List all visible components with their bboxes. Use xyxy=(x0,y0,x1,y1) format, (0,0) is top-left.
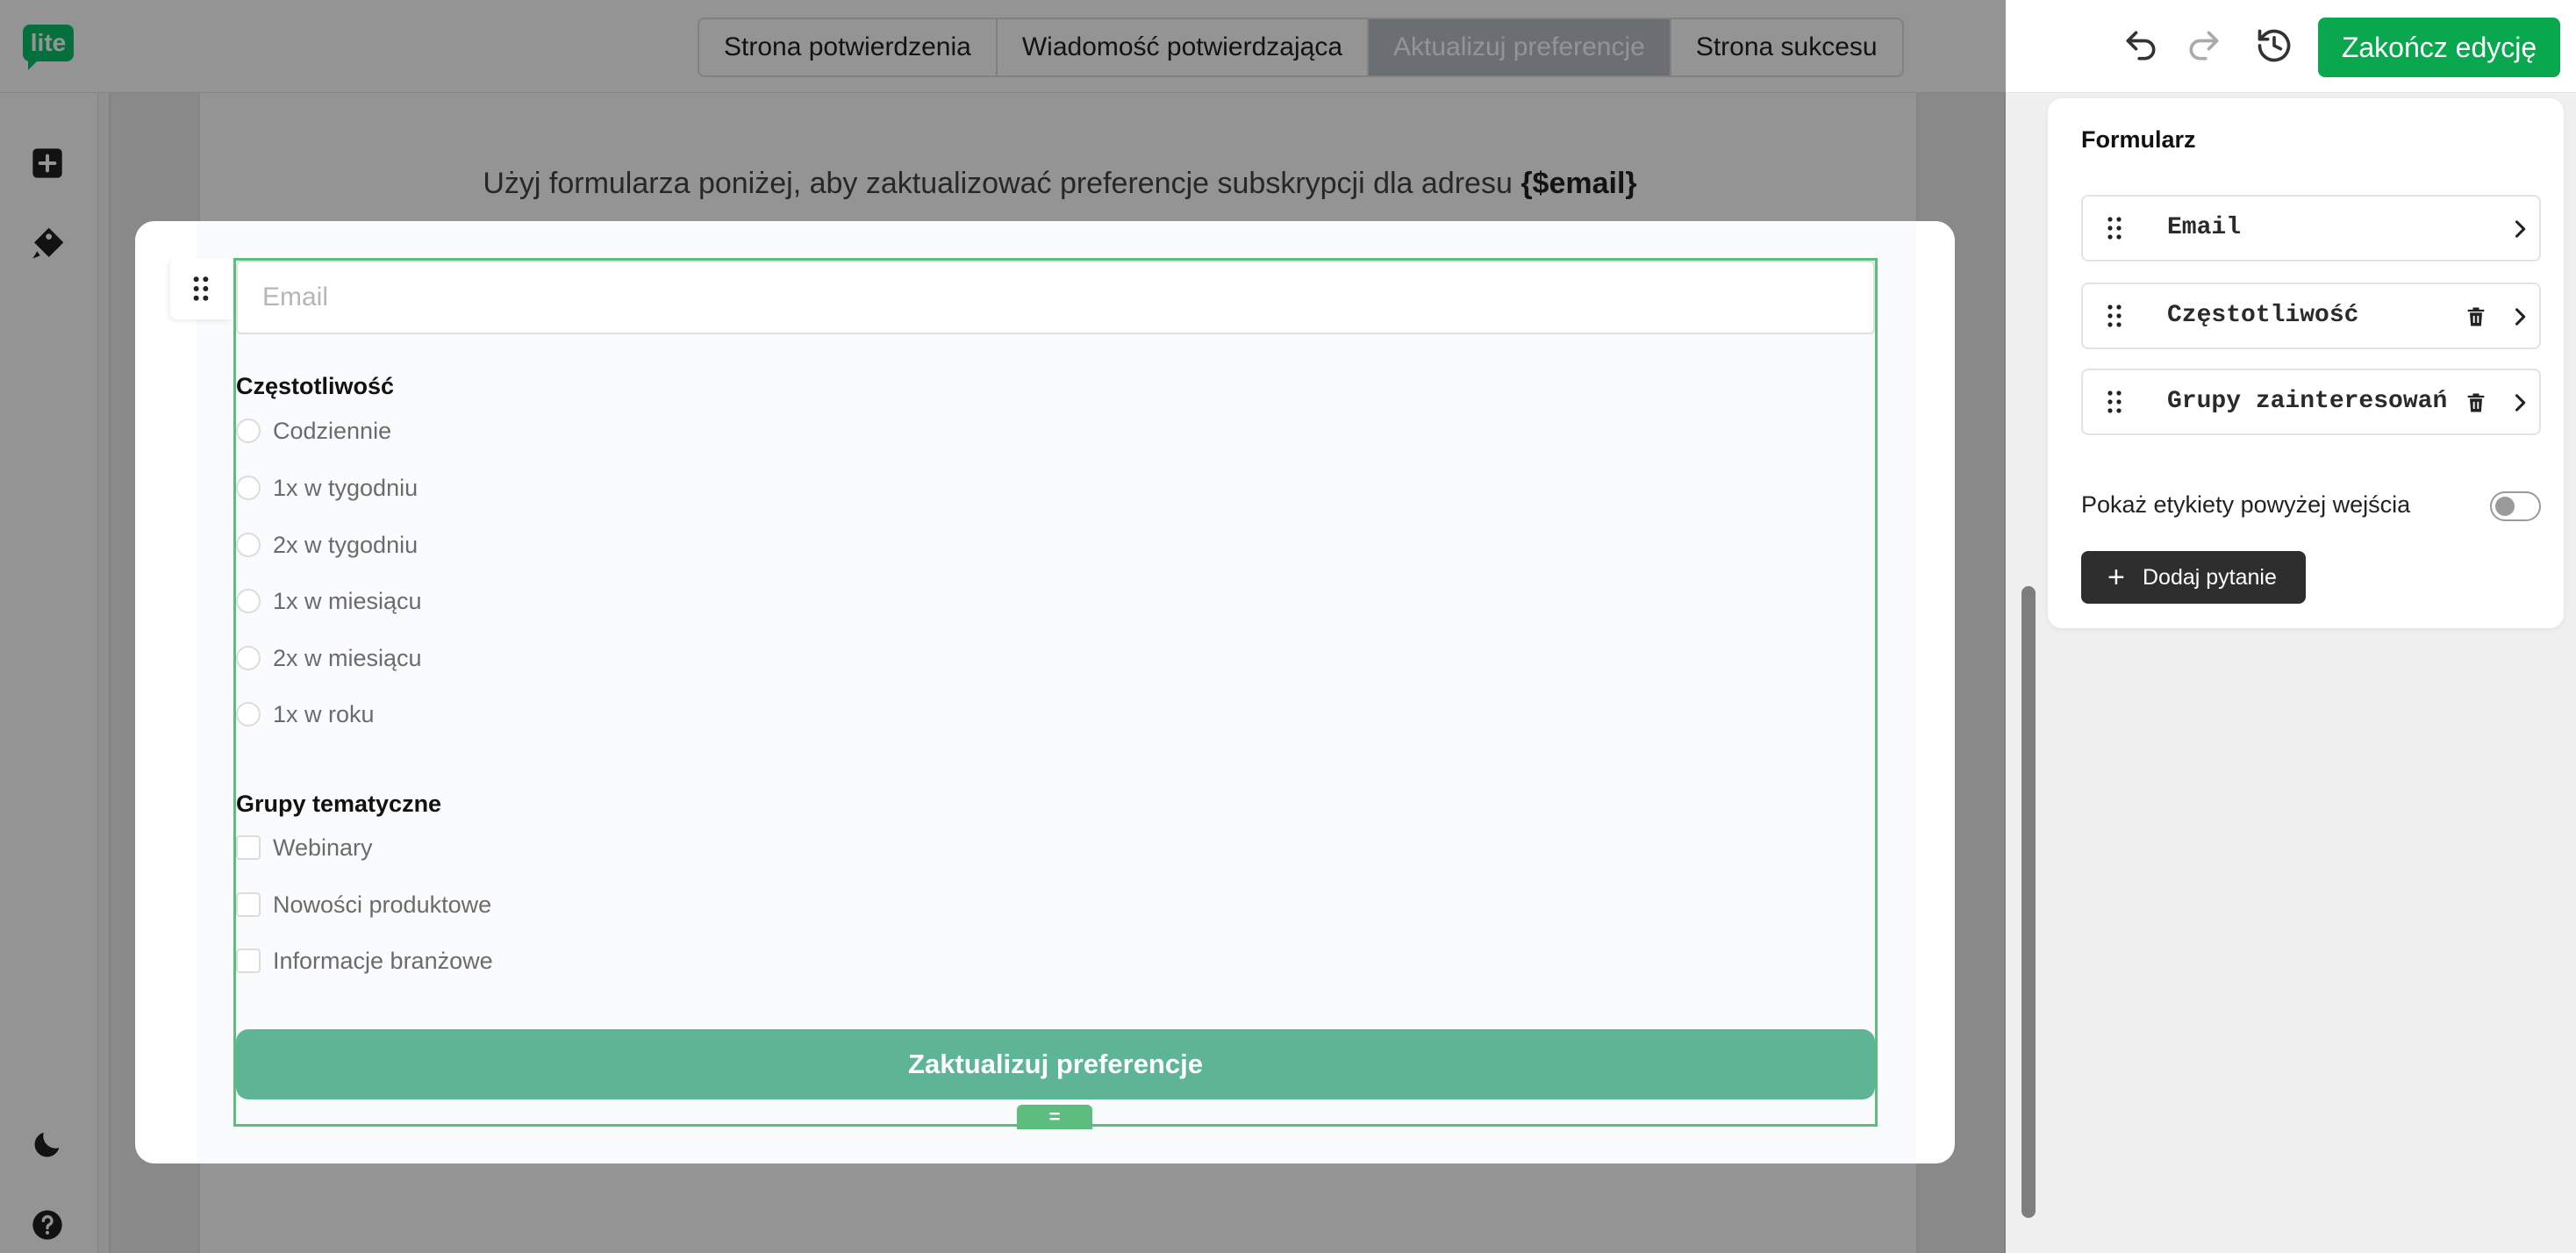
form-settings-panel: Formularz Email Częstotliwość Grupy zain… xyxy=(2048,98,2564,628)
finish-editing-button[interactable]: Zakończ edycję xyxy=(2318,18,2560,77)
chevron-right-icon[interactable] xyxy=(2508,304,2532,330)
field-row-email[interactable]: Email xyxy=(2081,195,2541,261)
form-block-card: Częstotliwość Codziennie 1x w tygodniu 2… xyxy=(135,221,1955,1164)
drag-handle-icon[interactable] xyxy=(2102,304,2127,328)
frequency-option[interactable]: 1x w roku xyxy=(236,697,375,732)
frequency-label: Częstotliwość xyxy=(236,373,395,399)
group-option[interactable]: Informacje branżowe xyxy=(236,943,493,978)
option-label: 1x w miesiącu xyxy=(273,587,422,614)
option-label: 1x w roku xyxy=(273,700,375,727)
toggle-knob xyxy=(2495,497,2515,516)
panel-title: Formularz xyxy=(2081,126,2196,153)
checkbox[interactable] xyxy=(236,892,261,917)
field-row-interest-groups[interactable]: Grupy zainteresowań xyxy=(2081,369,2541,435)
history-icon[interactable] xyxy=(2255,26,2293,65)
redo-icon[interactable] xyxy=(2185,26,2223,65)
option-label: 2x w tygodniu xyxy=(273,531,419,558)
frequency-option[interactable]: 1x w miesiącu xyxy=(236,584,422,619)
group-option[interactable]: Nowości produktowe xyxy=(236,887,491,922)
frequency-option[interactable]: 1x w tygodniu xyxy=(236,470,418,505)
add-question-label: Dodaj pytanie xyxy=(2143,565,2277,590)
field-name: Grupy zainteresowań xyxy=(2167,388,2448,415)
plus-icon: + xyxy=(2107,561,2125,594)
radio-button[interactable] xyxy=(236,476,261,500)
labels-above-toggle-label: Pokaż etykiety powyżej wejścia xyxy=(2081,491,2411,518)
groups-label: Grupy tematyczne xyxy=(236,791,442,817)
scrollbar[interactable] xyxy=(2021,586,2036,1218)
option-label: Informacje branżowe xyxy=(273,947,493,974)
update-preferences-button[interactable]: Zaktualizuj preferencje xyxy=(236,1029,1875,1099)
field-name: Częstotliwość xyxy=(2167,302,2359,329)
trash-icon[interactable] xyxy=(2464,304,2488,330)
labels-above-toggle[interactable] xyxy=(2490,491,2541,521)
radio-button[interactable] xyxy=(236,702,261,727)
email-field[interactable] xyxy=(236,261,1875,334)
checkbox[interactable] xyxy=(236,949,261,973)
drag-handle-icon[interactable] xyxy=(170,258,232,319)
radio-button[interactable] xyxy=(236,533,261,557)
radio-button[interactable] xyxy=(236,589,261,613)
chevron-right-icon[interactable] xyxy=(2508,390,2532,416)
resize-handle[interactable]: = xyxy=(1017,1105,1092,1129)
option-label: Nowości produktowe xyxy=(273,891,492,918)
option-label: 2x w miesiącu xyxy=(273,644,422,671)
checkbox[interactable] xyxy=(236,835,261,860)
form-frame: Częstotliwość Codziennie 1x w tygodniu 2… xyxy=(233,258,1878,1129)
drag-handle-icon[interactable] xyxy=(2102,390,2127,414)
trash-icon[interactable] xyxy=(2464,390,2488,416)
option-label: Codziennie xyxy=(273,417,392,444)
add-question-button[interactable]: + Dodaj pytanie xyxy=(2081,551,2306,604)
group-option[interactable]: Webinary xyxy=(236,830,373,865)
option-label: Webinary xyxy=(273,834,373,861)
chevron-right-icon[interactable] xyxy=(2508,216,2532,242)
drag-handle-icon[interactable] xyxy=(2102,216,2127,240)
field-name: Email xyxy=(2167,214,2242,241)
option-label: 1x w tygodniu xyxy=(273,474,419,501)
frequency-option[interactable]: Codziennie xyxy=(236,413,391,448)
radio-button[interactable] xyxy=(236,646,261,670)
undo-icon[interactable] xyxy=(2122,26,2160,65)
field-row-frequency[interactable]: Częstotliwość xyxy=(2081,283,2541,349)
radio-button[interactable] xyxy=(236,419,261,443)
frequency-option[interactable]: 2x w tygodniu xyxy=(236,527,418,562)
frequency-option[interactable]: 2x w miesiącu xyxy=(236,641,422,676)
